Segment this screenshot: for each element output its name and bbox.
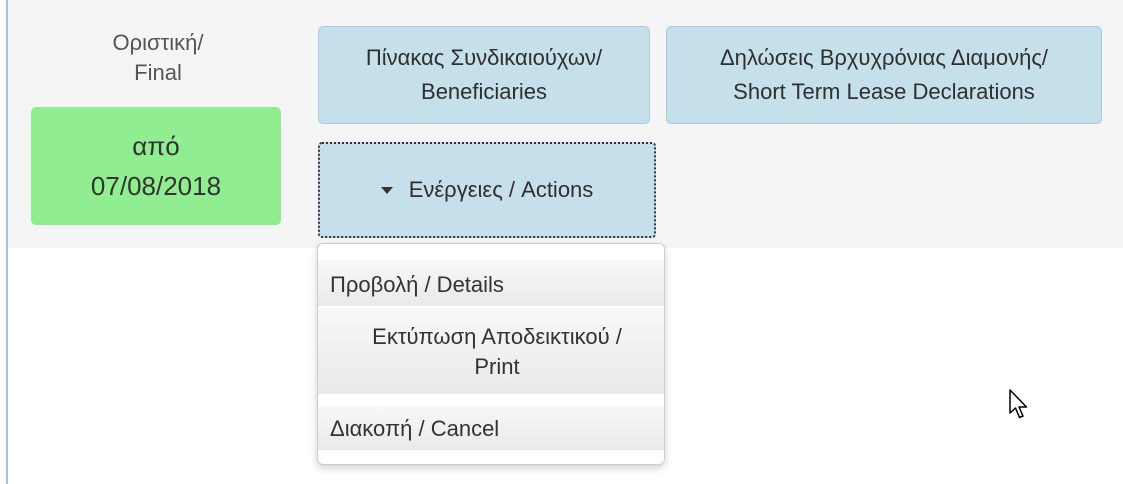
menu-item-details[interactable]: Προβολή / Details: [318, 260, 664, 306]
actions-button-label: Ενέργειες / Actions: [408, 177, 594, 202]
actions-dropdown-button[interactable]: Ενέργειες / Actions: [318, 142, 656, 238]
status-label-line2: Final: [134, 60, 182, 85]
actions-dropdown-menu: Προβολή / Details Εκτύπωση Αποδεικτικού …: [317, 243, 665, 465]
menu-item-cancel[interactable]: Διακοπή / Cancel: [318, 406, 664, 450]
beneficiaries-button[interactable]: Πίνακας Συνδικαιούχων/ Beneficiaries: [318, 26, 650, 124]
beneficiaries-button-line1: Πίνακας Συνδικαιούχων/: [365, 45, 603, 70]
menu-item-print-line2: Print: [474, 354, 520, 379]
short-term-lease-declarations-button[interactable]: Δηλώσεις Βρχυχρόνιας Διαμονής/ Short Ter…: [666, 26, 1102, 124]
status-label: Οριστική/ Final: [20, 28, 296, 88]
declarations-button-line1: Δηλώσεις Βρχυχρόνιας Διαμονής/: [719, 45, 1049, 70]
declarations-button-line2: Short Term Lease Declarations: [733, 79, 1035, 104]
menu-item-cancel-label: Διακοπή / Cancel: [330, 416, 500, 441]
status-label-line1: Οριστική/: [112, 30, 204, 55]
mouse-pointer-icon: [1009, 389, 1028, 419]
menu-item-details-label: Προβολή / Details: [330, 272, 504, 297]
caret-down-icon: [380, 186, 393, 194]
menu-item-print[interactable]: Εκτύπωση Αποδεικτικού / Print: [318, 308, 664, 394]
beneficiaries-button-line2: Beneficiaries: [421, 79, 547, 104]
status-badge: από 07/08/2018: [31, 107, 281, 225]
status-badge-date: 07/08/2018: [90, 171, 222, 201]
status-badge-line1: από: [132, 131, 180, 161]
menu-item-print-line1: Εκτύπωση Αποδεικτικού /: [372, 324, 622, 349]
